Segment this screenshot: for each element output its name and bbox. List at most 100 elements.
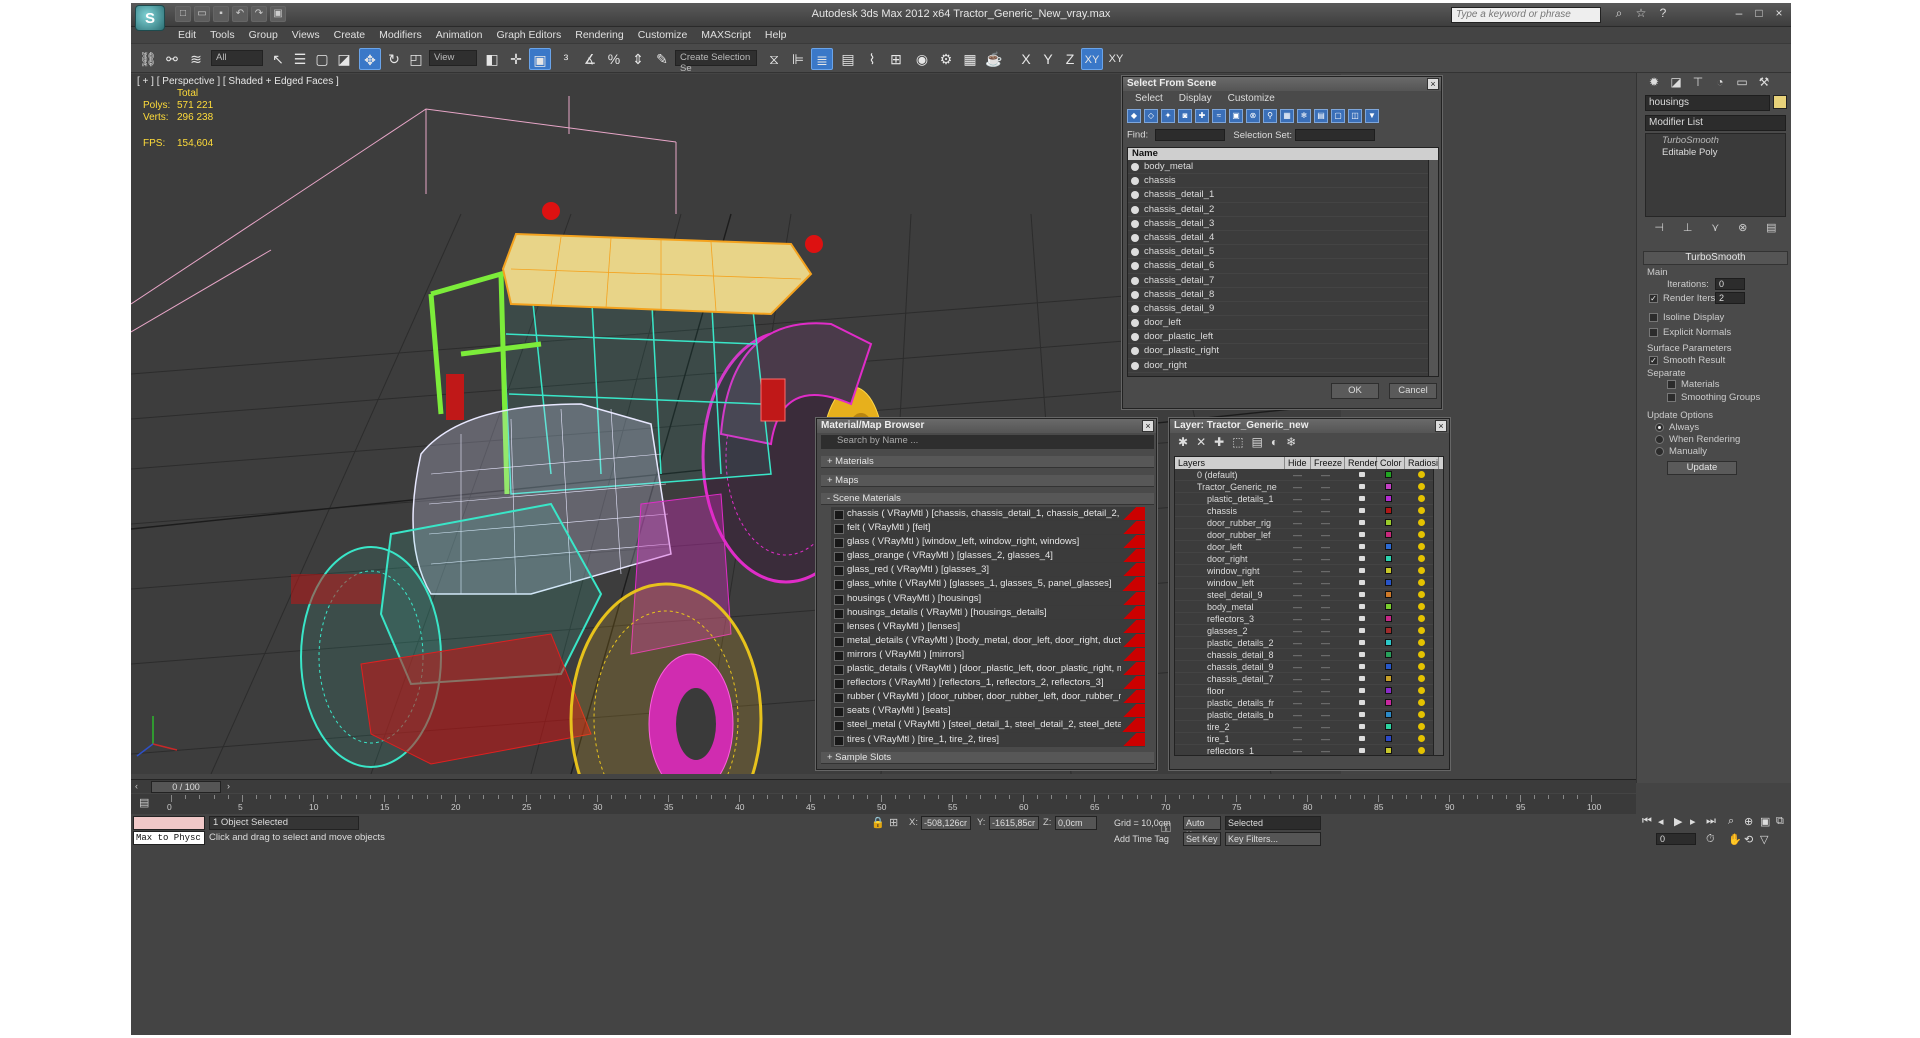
layer-row[interactable]: reflectors_3 — —	[1175, 613, 1443, 625]
select-invert-icon[interactable]: ◫	[1348, 109, 1362, 123]
x-coordinate[interactable]: -508,126cr	[921, 816, 971, 830]
render-teapot-icon[interactable]	[1359, 484, 1365, 489]
menu-display[interactable]: Display	[1171, 93, 1220, 104]
render-teapot-icon[interactable]	[1359, 712, 1365, 717]
layer-row[interactable]: plastic_details_b — —	[1175, 709, 1443, 721]
material-item[interactable]: glass_orange ( VRayMtl ) [glasses_2, gla…	[831, 549, 1145, 564]
layer-row[interactable]: chassis — —	[1175, 505, 1443, 517]
layer-toggle[interactable]: —	[1321, 541, 1330, 553]
material-item[interactable]: metal_details ( VRayMtl ) [body_metal, d…	[831, 633, 1145, 648]
layer-color-swatch[interactable]	[1385, 591, 1392, 598]
time-slider-thumb[interactable]: 0 / 100	[151, 781, 221, 793]
col-layers[interactable]: Layers	[1175, 457, 1285, 469]
percent-snap-icon[interactable]: %	[603, 48, 625, 70]
isoline-checkbox[interactable]	[1649, 313, 1658, 322]
layer-toggle[interactable]: —	[1293, 637, 1302, 649]
always-radio[interactable]	[1655, 423, 1664, 432]
viewport-label[interactable]: [ + ] [ Perspective ] [ Shaded + Edged F…	[137, 76, 339, 87]
layer-toggle[interactable]: —	[1321, 481, 1330, 493]
display-helpers-icon[interactable]: ✚	[1195, 109, 1209, 123]
material-item[interactable]: reflectors ( VRayMtl ) [reflectors_1, re…	[831, 676, 1145, 691]
layer-row[interactable]: door_rubber_lef — —	[1175, 529, 1443, 541]
radiosity-icon[interactable]	[1418, 591, 1425, 598]
configure-sets-icon[interactable]: ▤	[1766, 221, 1776, 241]
radiosity-icon[interactable]	[1418, 483, 1425, 490]
radiosity-icon[interactable]	[1418, 663, 1425, 670]
group-maps[interactable]: + Maps	[821, 475, 1154, 487]
layer-toggle[interactable]: —	[1293, 529, 1302, 541]
layer-toggle[interactable]: —	[1293, 505, 1302, 517]
auto-key-button[interactable]: Auto Key	[1183, 816, 1221, 840]
list-item[interactable]: chassis_detail_6	[1128, 259, 1438, 274]
layer-toggle[interactable]: —	[1321, 505, 1330, 517]
layer-toggle[interactable]: —	[1321, 649, 1330, 661]
layer-row[interactable]: door_left — —	[1175, 541, 1443, 553]
utilities-tab-icon[interactable]: ⚒	[1755, 75, 1773, 93]
layer-toggle[interactable]: —	[1321, 469, 1330, 481]
go-to-end-icon[interactable]: ⏭	[1706, 815, 1716, 828]
radiosity-icon[interactable]	[1418, 495, 1425, 502]
axis-x-button[interactable]: X	[1015, 48, 1037, 70]
material-item[interactable]: seats ( VRayMtl ) [seats]	[831, 704, 1145, 719]
layer-color-swatch[interactable]	[1385, 687, 1392, 694]
layer-toggle[interactable]: —	[1321, 565, 1330, 577]
radiosity-icon[interactable]	[1418, 627, 1425, 634]
selection-set-dropdown[interactable]	[1294, 129, 1375, 141]
layer-toggle[interactable]: —	[1321, 613, 1330, 625]
render-teapot-icon[interactable]	[1359, 736, 1365, 741]
render-setup-icon[interactable]: ⚙	[935, 48, 957, 70]
render-teapot-icon[interactable]	[1359, 472, 1365, 477]
radiosity-icon[interactable]	[1418, 555, 1425, 562]
radiosity-icon[interactable]	[1418, 567, 1425, 574]
layer-toggle[interactable]: —	[1293, 721, 1302, 733]
set-key-button[interactable]: Set Key	[1183, 832, 1221, 846]
select-object-icon[interactable]: ↖	[267, 48, 289, 70]
stack-item-editable-poly[interactable]: Editable Poly	[1646, 146, 1785, 158]
material-item[interactable]: lenses ( VRayMtl ) [lenses]	[831, 619, 1145, 634]
render-teapot-icon[interactable]	[1359, 568, 1365, 573]
display-frozen-icon[interactable]: ❄	[1297, 109, 1311, 123]
time-slider[interactable]: ‹ 0 / 100 ›	[131, 779, 1636, 793]
col-hide[interactable]: Hide	[1285, 457, 1311, 469]
layer-toggle[interactable]: —	[1321, 493, 1330, 505]
material-item[interactable]: rubber ( VRayMtl ) [door_rubber, door_ru…	[831, 690, 1145, 705]
mini-curve-editor-icon[interactable]: ▤	[139, 796, 149, 809]
hide-all-icon[interactable]: ◐	[1271, 435, 1278, 449]
named-selection-dropdown[interactable]: Create Selection Se	[675, 50, 757, 74]
display-containers-icon[interactable]: ▦	[1280, 109, 1294, 123]
filter-icon[interactable]: ▼	[1365, 109, 1379, 123]
key-icon[interactable]: ⚿	[1161, 820, 1171, 836]
key-filters-button[interactable]: Key Filters...	[1225, 832, 1321, 846]
render-teapot-icon[interactable]	[1359, 592, 1365, 597]
layer-row[interactable]: steel_detail_9 — —	[1175, 589, 1443, 601]
close-icon[interactable]: ×	[1427, 78, 1439, 90]
highlight-selected-icon[interactable]: ▤	[1252, 435, 1263, 449]
layer-toggle[interactable]: —	[1293, 661, 1302, 673]
rectangular-region-icon[interactable]: ▢	[311, 48, 333, 70]
render-teapot-icon[interactable]	[1359, 496, 1365, 501]
list-item[interactable]: ...	[1128, 373, 1438, 376]
radiosity-icon[interactable]	[1418, 471, 1425, 478]
list-item[interactable]: body_metal	[1128, 160, 1438, 175]
menu-edit[interactable]: Edit	[171, 27, 203, 43]
radiosity-icon[interactable]	[1418, 543, 1425, 550]
material-item[interactable]: mirrors ( VRayMtl ) [mirrors]	[831, 647, 1145, 663]
select-none-icon[interactable]: ▢	[1331, 109, 1345, 123]
layer-color-swatch[interactable]	[1385, 711, 1392, 718]
layer-row[interactable]: window_left — —	[1175, 577, 1443, 589]
layer-toggle[interactable]: —	[1293, 697, 1302, 709]
select-manipulate-icon[interactable]: ✛	[505, 48, 527, 70]
dialog-title[interactable]: Layer: Tractor_Generic_new	[1170, 419, 1449, 433]
window-crossing-icon[interactable]: ◪	[333, 48, 355, 70]
material-item[interactable]: chassis ( VRayMtl ) [chassis, chassis_de…	[831, 507, 1145, 522]
layer-toggle[interactable]: —	[1293, 709, 1302, 721]
binoculars-icon[interactable]: ⌕	[1611, 6, 1627, 22]
radiosity-icon[interactable]	[1418, 507, 1425, 514]
next-key-icon[interactable]: ▸	[1690, 815, 1696, 828]
layer-toggle[interactable]: —	[1321, 625, 1330, 637]
layer-row[interactable]: tire_2 — —	[1175, 721, 1443, 733]
display-geometry-icon[interactable]: ◆	[1127, 109, 1141, 123]
display-shapes-icon[interactable]: ◇	[1144, 109, 1158, 123]
ref-coord-dropdown[interactable]: View	[429, 50, 477, 66]
list-item[interactable]: chassis_detail_2	[1128, 203, 1438, 217]
